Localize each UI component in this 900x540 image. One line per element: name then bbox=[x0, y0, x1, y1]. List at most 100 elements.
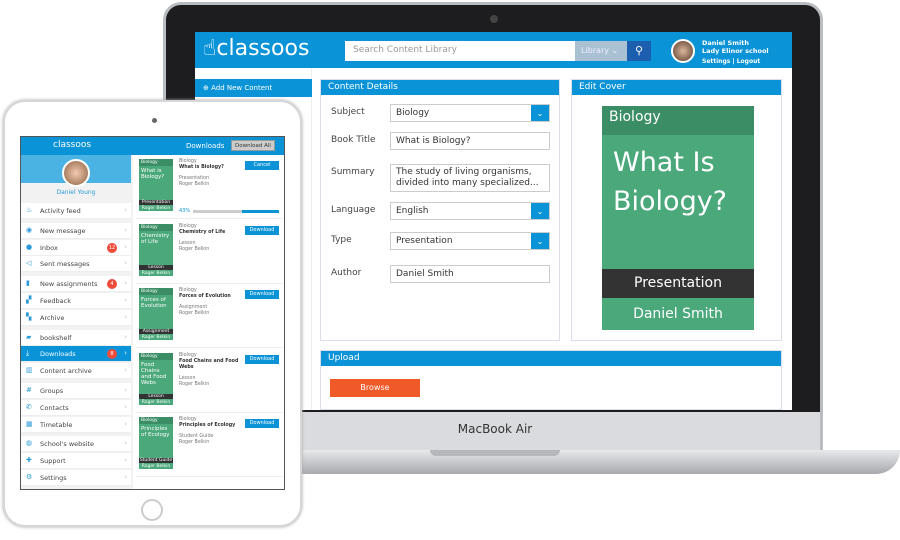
menu-item[interactable]: ◉ New message › bbox=[21, 222, 131, 239]
thumb-author: Roger Belkin bbox=[141, 464, 171, 469]
header: ☝classoos Search Content Library Library… bbox=[195, 32, 792, 68]
chevron-right-icon: › bbox=[124, 259, 127, 268]
thumb-title: Forces of Evolution bbox=[141, 297, 167, 309]
downloads-title: Downloads bbox=[186, 142, 225, 150]
tablet-screen: classoos Downloads Download All Daniel Y… bbox=[20, 136, 285, 490]
thumb-type: Assignment bbox=[139, 329, 173, 334]
download-button[interactable]: Download bbox=[245, 354, 279, 364]
field-input[interactable]: Presentation ⌄ bbox=[390, 232, 550, 250]
menu-item[interactable]: ▦ Timetable › bbox=[21, 416, 131, 433]
menu-item[interactable]: ✆ Contacts › bbox=[21, 399, 131, 416]
field-label: Language bbox=[331, 205, 376, 215]
tablet-header: classoos Downloads Download All bbox=[21, 137, 284, 155]
avatar bbox=[671, 39, 695, 63]
download-button[interactable]: Download bbox=[245, 419, 279, 428]
search-icon: ⚲ bbox=[634, 44, 644, 57]
download-item: Biology Principles of Ecology Student Guid… bbox=[136, 415, 283, 477]
menu-item[interactable]: ♨ Activity feed › bbox=[21, 203, 131, 219]
item-author: Roger Belkin bbox=[179, 311, 210, 316]
item-title: What is Biology? bbox=[179, 165, 224, 170]
field-label: Subject bbox=[331, 107, 365, 117]
menu-item[interactable]: ◍ School's website › bbox=[21, 436, 131, 453]
item-meta: Biology Forces of Evolution Assignment Roge… bbox=[179, 288, 239, 317]
menu-item[interactable]: ▞ Feedback › bbox=[21, 293, 131, 309]
menu-item[interactable]: ▥ Content archive › bbox=[21, 363, 131, 380]
thumb-title: Principles of Ecology bbox=[141, 426, 170, 438]
menu-item[interactable]: ⤓ Downloads 8 › bbox=[21, 346, 131, 363]
settings-link[interactable]: Settings bbox=[702, 58, 730, 65]
book-thumbnail[interactable]: Biology What is Biology? Presentation Roger… bbox=[139, 159, 173, 211]
chevron-right-icon: › bbox=[124, 349, 127, 358]
thumb-type: Lesson bbox=[139, 264, 173, 270]
chevron-right-icon: › bbox=[124, 366, 127, 375]
chevron-right-icon: › bbox=[124, 419, 127, 428]
download-item: Biology Forces of Evolution Assignment Roge… bbox=[136, 286, 283, 348]
download-button[interactable]: Download bbox=[245, 290, 279, 299]
item-author: Roger Belkin bbox=[179, 381, 210, 387]
tablet-camera bbox=[152, 118, 157, 123]
chevron-right-icon: › bbox=[124, 386, 127, 394]
field-input[interactable]: Daniel Smith bbox=[390, 265, 550, 283]
field-input[interactable]: What is Biology? bbox=[390, 132, 550, 150]
field-value: Daniel Smith bbox=[396, 269, 454, 279]
menu-label: Archive bbox=[40, 313, 65, 322]
home-button[interactable] bbox=[141, 499, 163, 521]
thumb-author: Roger Belkin bbox=[141, 335, 171, 340]
phone-icon: ✆ bbox=[26, 402, 32, 411]
menu-item[interactable]: ▚ Archive › bbox=[21, 309, 131, 326]
field-value: Presentation bbox=[396, 236, 453, 246]
avatar bbox=[62, 159, 90, 187]
menu-item[interactable]: ▰ bookshelf › bbox=[21, 329, 131, 346]
chevron-down-icon[interactable]: ⌄ bbox=[531, 233, 549, 249]
badge: 12 bbox=[107, 242, 117, 253]
chevron-right-icon: › bbox=[124, 279, 127, 288]
field-input[interactable]: The study of living organisms, divided i… bbox=[390, 164, 550, 192]
add-new-label: Add New Content bbox=[211, 84, 273, 92]
item-meta: Biology Principles of Ecology Student Guid… bbox=[179, 417, 239, 446]
menu-item[interactable]: ◁ Sent messages › bbox=[21, 256, 131, 273]
search-button[interactable]: ⚲ bbox=[627, 41, 651, 61]
thumb-title: Chemistry of Life bbox=[141, 232, 170, 245]
download-all-button[interactable]: Download All bbox=[231, 140, 275, 151]
library-icon: ▥ bbox=[26, 366, 33, 375]
panel-title: Upload bbox=[321, 351, 781, 366]
progress-label: 43% bbox=[179, 208, 191, 214]
thumb-subject: Biology bbox=[139, 159, 173, 166]
item-author: Roger Belkin bbox=[179, 246, 210, 252]
download-button[interactable]: Download bbox=[245, 225, 279, 235]
menu-item[interactable]: # Groups › bbox=[21, 383, 131, 399]
book-thumbnail[interactable]: Biology Forces of Evolution Assignment Roge… bbox=[139, 288, 173, 340]
menu-item[interactable]: ● Inbox 12 › bbox=[21, 239, 131, 256]
book-cover[interactable]: Biology What Is Biology? Presentation Da… bbox=[602, 106, 754, 330]
field-label: Author bbox=[331, 268, 362, 278]
book-thumbnail[interactable]: Biology Food Chains and Food Webs Lesson Ro… bbox=[139, 352, 173, 405]
logout-link[interactable]: Logout bbox=[737, 58, 761, 65]
library-select[interactable]: Library ⌄ bbox=[575, 41, 627, 61]
thumb-title: What is Biology? bbox=[141, 168, 165, 180]
menu-item[interactable]: ✚ Support › bbox=[21, 453, 131, 470]
item-author: Roger Belkin bbox=[179, 182, 210, 187]
thumb-subject: Biology bbox=[139, 288, 173, 295]
chevron-down-icon[interactable]: ⌄ bbox=[531, 105, 549, 121]
user-name: Daniel Smith bbox=[702, 39, 749, 47]
search-input[interactable]: Search Content Library bbox=[345, 41, 577, 61]
download-item: Biology What is Biology? Presentation Roger… bbox=[136, 157, 283, 219]
cover-title: What Is Biology? bbox=[613, 147, 728, 217]
download-item: Biology Food Chains and Food Webs Lesson Ro… bbox=[136, 351, 283, 413]
chevron-right-icon: › bbox=[124, 402, 127, 411]
chevron-down-icon[interactable]: ⌄ bbox=[531, 203, 549, 219]
book-thumbnail[interactable]: Biology Chemistry of Life Lesson Roger Belk… bbox=[139, 223, 173, 276]
menu-label: New assignments bbox=[40, 280, 98, 289]
add-new-content-button[interactable]: ⊕ Add New Content bbox=[195, 79, 312, 97]
menu-item[interactable]: ⚙ Settings › bbox=[21, 470, 131, 486]
book-thumbnail[interactable]: Biology Principles of Ecology Student Guid… bbox=[139, 417, 173, 469]
chevron-right-icon: › bbox=[124, 312, 127, 321]
field-input[interactable]: English ⌄ bbox=[390, 202, 550, 220]
field-input[interactable]: Biology ⌄ bbox=[390, 104, 550, 122]
logo[interactable]: ☝classoos bbox=[203, 36, 309, 61]
browse-button[interactable]: Browse bbox=[330, 379, 420, 397]
chevron-right-icon: › bbox=[124, 225, 127, 234]
cancel-button[interactable]: Cancel bbox=[245, 161, 279, 170]
menu-item[interactable]: ▮ New assignments 4 › bbox=[21, 276, 131, 293]
groups-icon: # bbox=[26, 386, 32, 394]
